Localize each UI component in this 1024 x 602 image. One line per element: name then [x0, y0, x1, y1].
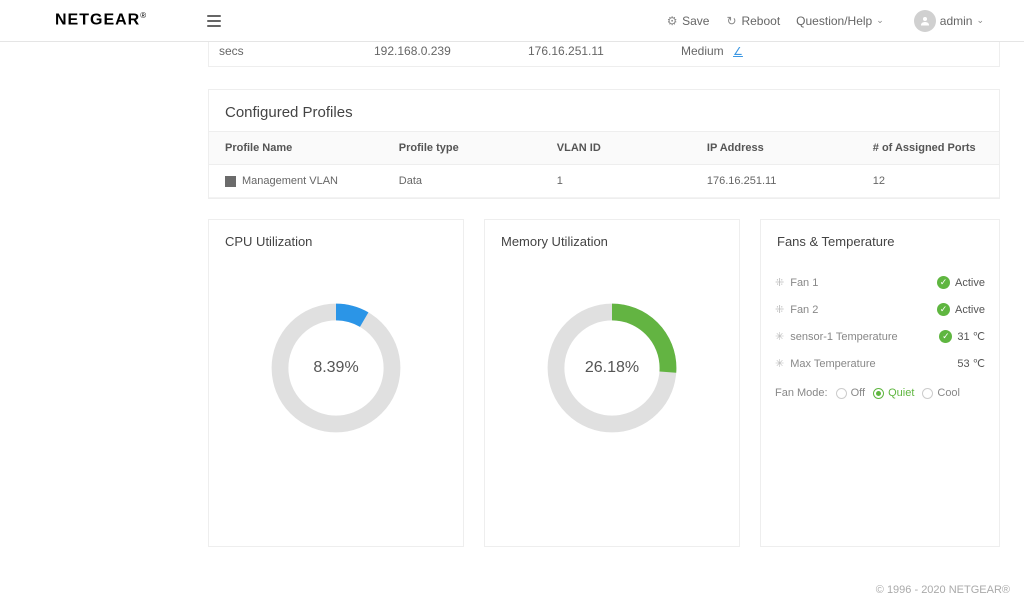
- cpu-donut-chart: 8.39%: [266, 298, 406, 438]
- radio-icon: [836, 388, 847, 399]
- edit-icon[interactable]: ∠: [733, 46, 743, 58]
- check-icon: ✓: [939, 330, 952, 343]
- level-value: Medium ∠: [681, 44, 803, 58]
- fan-mode-label: Fan Mode:: [775, 387, 828, 399]
- fans-temperature-widget: Fans & Temperature ⁜Fan 1 ✓Active ⁜Fan 2…: [760, 219, 1000, 547]
- radio-icon: [922, 388, 933, 399]
- save-button[interactable]: ⚙ Save: [666, 14, 709, 28]
- profile-name-cell: Management VLAN: [242, 175, 338, 187]
- fans-title: Fans & Temperature: [761, 220, 999, 263]
- col-profile-type: Profile type: [383, 132, 541, 165]
- app-header: NETGEAR ⚙ Save ↻ Reboot Question/Help ⌄ …: [0, 0, 1024, 42]
- profile-ip-cell: 176.16.251.11: [691, 165, 857, 198]
- fan-icon: ⁜: [775, 303, 784, 316]
- ip1-value: 192.168.0.239: [374, 44, 528, 58]
- avatar-icon: [914, 10, 936, 32]
- chevron-down-icon: ⌄: [876, 15, 884, 26]
- profile-type-cell: Data: [383, 165, 541, 198]
- radio-icon: [873, 388, 884, 399]
- widgets-row: CPU Utilization 8.39% Memory Utilization: [208, 219, 1000, 547]
- reboot-button[interactable]: ↻ Reboot: [725, 14, 780, 28]
- chevron-down-icon: ⌄: [976, 15, 984, 26]
- memory-title: Memory Utilization: [485, 220, 739, 263]
- cpu-utilization-widget: CPU Utilization 8.39%: [208, 219, 464, 547]
- col-assigned-ports: # of Assigned Ports: [857, 132, 999, 165]
- check-icon: ✓: [937, 276, 950, 289]
- fan-mode-quiet[interactable]: Quiet: [873, 387, 914, 399]
- help-dropdown[interactable]: Question/Help ⌄: [796, 14, 884, 28]
- fan-mode-row: Fan Mode: Off Quiet Cool: [775, 377, 985, 399]
- header-actions: ⚙ Save ↻ Reboot Question/Help ⌄ admin ⌄: [666, 10, 984, 32]
- copyright-footer: © 1996 - 2020 NETGEAR®: [876, 584, 1010, 596]
- cpu-percent-label: 8.39%: [266, 298, 406, 438]
- logo: NETGEAR: [55, 11, 147, 29]
- configured-profiles-card: Configured Profiles Profile Name Profile…: [208, 89, 1000, 199]
- fan-1-row: ⁜Fan 1 ✓Active: [775, 269, 985, 296]
- ip2-value: 176.16.251.11: [528, 44, 681, 58]
- col-vlan-id: VLAN ID: [541, 132, 691, 165]
- main-content: secs 192.168.0.239 176.16.251.11 Medium …: [0, 42, 1024, 547]
- check-icon: ✓: [937, 303, 950, 316]
- thermometer-icon: ✳: [775, 330, 784, 343]
- username-label: admin: [940, 14, 973, 28]
- profile-vlan-cell: 1: [541, 165, 691, 198]
- profile-ports-cell: 12: [857, 165, 999, 198]
- memory-percent-label: 26.18%: [542, 298, 682, 438]
- help-label: Question/Help: [796, 14, 872, 28]
- thermometer-icon: ✳: [775, 357, 784, 370]
- memory-utilization-widget: Memory Utilization 26.18%: [484, 219, 740, 547]
- col-profile-name: Profile Name: [209, 132, 383, 165]
- status-info-row: secs 192.168.0.239 176.16.251.11 Medium …: [208, 42, 1000, 67]
- max-temp-row: ✳Max Temperature 53 ℃: [775, 350, 985, 377]
- uptime-value: secs: [219, 44, 374, 58]
- menu-toggle-icon[interactable]: [207, 15, 221, 27]
- fan-mode-cool[interactable]: Cool: [922, 387, 960, 399]
- fan-icon: ⁜: [775, 276, 784, 289]
- user-menu[interactable]: admin ⌄: [914, 10, 984, 32]
- gear-icon: ⚙: [666, 15, 678, 27]
- table-row[interactable]: Management VLAN Data 1 176.16.251.11 12: [209, 165, 999, 198]
- profiles-table: Profile Name Profile type VLAN ID IP Add…: [209, 131, 999, 198]
- reload-icon: ↻: [725, 15, 737, 27]
- profiles-title: Configured Profiles: [209, 90, 999, 131]
- col-ip-address: IP Address: [691, 132, 857, 165]
- memory-donut-chart: 26.18%: [542, 298, 682, 438]
- fan-2-row: ⁜Fan 2 ✓Active: [775, 296, 985, 323]
- reboot-label: Reboot: [741, 14, 780, 28]
- fan-mode-off[interactable]: Off: [836, 387, 865, 399]
- sensor-1-row: ✳sensor-1 Temperature ✓31 ℃: [775, 323, 985, 350]
- save-label: Save: [682, 14, 709, 28]
- profile-color-swatch: [225, 176, 236, 187]
- cpu-title: CPU Utilization: [209, 220, 463, 263]
